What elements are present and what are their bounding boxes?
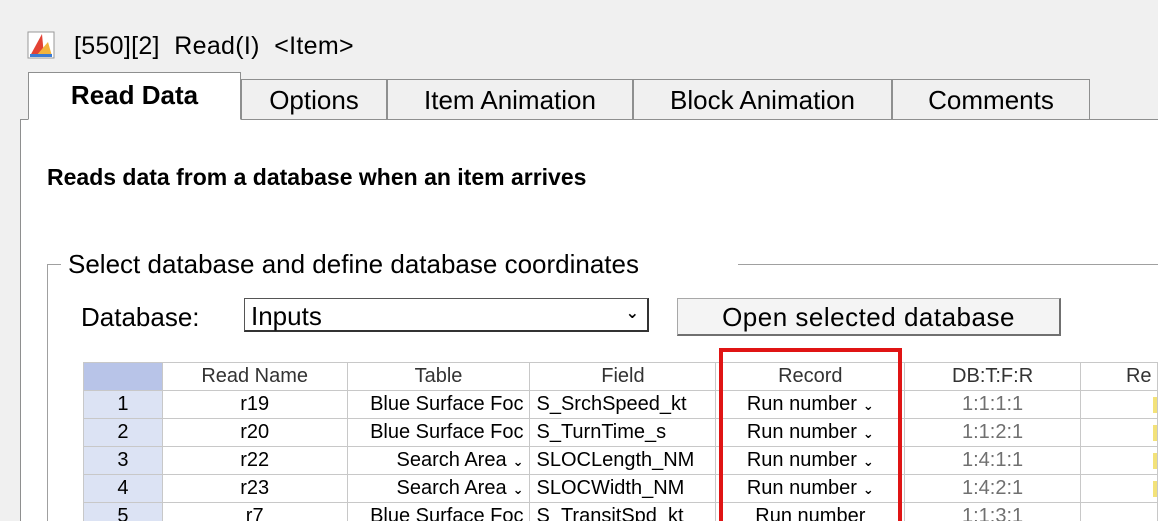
table-cell-value: Blue Surface Foc [370,421,524,443]
read-name-cell[interactable]: r19 [161,390,348,419]
cell-marker [1153,481,1157,497]
field-cell[interactable]: S_TurnTime_s [529,418,717,447]
field-cell-value: SLOCLength_NM [536,449,695,471]
dropdown-arrow-icon[interactable]: ⌄ [863,426,874,441]
re-cell[interactable] [1079,390,1158,419]
field-cell-value: SLOCWidth_NM [536,477,685,499]
chevron-down-icon: ⌄ [625,305,639,322]
read-name-cell[interactable]: r22 [161,446,348,475]
app-icon [27,31,55,59]
dropdown-arrow-icon[interactable]: ⌄ [513,482,524,497]
field-cell-value: S_TransitSpd_kt [536,505,684,521]
table-cell-value: Blue Surface Foc [370,393,524,415]
dbtfr-cell: 1:4:1:1 [904,446,1081,475]
read-name-cell[interactable]: r7 [161,502,348,521]
re-cell[interactable] [1079,446,1158,475]
row-number[interactable]: 5 [83,502,163,521]
cell-marker [1153,397,1157,413]
dropdown-arrow-icon[interactable]: ⌄ [863,482,874,497]
row-number[interactable]: 4 [83,474,163,503]
column-header-record[interactable]: Record [715,362,906,391]
record-cell-value: Run number [746,449,857,471]
groupbox-border [47,264,61,265]
cell-marker [1153,453,1157,469]
row-number[interactable]: 3 [83,446,163,475]
field-cell[interactable]: S_TransitSpd_kt [529,502,717,521]
table-row: 4 r23 Search Area ⌄ SLOCWidth_NM Run numb… [83,474,1158,503]
field-cell-value: S_SrchSpeed_kt [536,393,687,415]
grid-header-row: Read Name Table Field Record DB:T:F:R Re [83,362,1158,391]
database-select-value: Inputs [251,301,322,331]
field-cell-value: S_TurnTime_s [536,421,667,443]
read-name-cell[interactable]: r23 [161,474,348,503]
table-cell-value: Search Area [396,449,507,471]
table-cell[interactable]: Search Area ⌄ [346,474,531,503]
record-cell-value: Run number [755,505,866,521]
window-title: [550][2] Read(I) <Item> [74,32,354,60]
record-cell[interactable]: Run number ⌄ [715,418,906,447]
dbtfr-cell: 1:1:1:1 [904,390,1081,419]
record-cell[interactable]: Run number ⌄ [715,446,906,475]
row-number[interactable]: 2 [83,418,163,447]
tab-block-animation[interactable]: Block Animation [633,79,892,119]
table-cell[interactable]: Blue Surface Foc [346,390,531,419]
tab-read-data[interactable]: Read Data [28,72,241,120]
open-database-button[interactable]: Open selected database [677,298,1061,336]
data-grid: Read Name Table Field Record DB:T:F:R Re… [83,362,1158,521]
tab-item-animation[interactable]: Item Animation [387,79,633,119]
field-cell[interactable]: SLOCLength_NM [529,446,717,475]
database-label: Database: [81,302,200,332]
tab-options[interactable]: Options [241,79,387,119]
record-cell[interactable]: Run number ⌄ [715,390,906,419]
dropdown-arrow-icon[interactable]: ⌄ [513,454,524,469]
column-header-field[interactable]: Field [529,362,717,391]
table-row: 3 r22 Search Area ⌄ SLOCLength_NM Run num… [83,446,1158,475]
record-cell-value: Run number [746,393,857,415]
dbtfr-cell: 1:4:2:1 [904,474,1081,503]
re-cell[interactable] [1079,474,1158,503]
column-header-dbtfr[interactable]: DB:T:F:R [904,362,1081,391]
record-cell[interactable]: Run number [715,502,906,521]
table-row: 1 r19 Blue Surface Foc S_SrchSpeed_kt Ru… [83,390,1158,419]
groupbox-border [738,264,1158,265]
dbtfr-cell: 1:1:3:1 [904,502,1081,521]
column-header-re[interactable]: Re [1079,362,1158,391]
grid-corner-cell[interactable] [83,362,163,391]
re-cell[interactable] [1079,502,1158,521]
read-name-cell[interactable]: r20 [161,418,348,447]
database-select[interactable]: Inputs ⌄ [244,298,649,332]
dbtfr-cell: 1:1:2:1 [904,418,1081,447]
table-cell-value: Search Area [396,477,507,499]
record-cell-value: Run number [746,477,857,499]
cell-marker [1153,425,1157,441]
table-cell[interactable]: Blue Surface Foc [346,502,531,521]
record-cell-value: Run number [746,421,857,443]
table-row: 5 r7 Blue Surface Foc S_TransitSpd_kt Ru… [83,502,1158,521]
dropdown-arrow-icon[interactable]: ⌄ [863,398,874,413]
column-header-table[interactable]: Table [346,362,531,391]
row-number[interactable]: 1 [83,390,163,419]
block-description: Reads data from a database when an item … [47,164,587,190]
groupbox-border [47,264,48,521]
groupbox-label: Select database and define database coor… [66,249,641,280]
title-bar: [550][2] Read(I) <Item> [0,0,1158,70]
table-cell[interactable]: Blue Surface Foc [346,418,531,447]
column-header-read-name[interactable]: Read Name [161,362,348,391]
dropdown-arrow-icon[interactable]: ⌄ [863,454,874,469]
field-cell[interactable]: SLOCWidth_NM [529,474,717,503]
record-cell[interactable]: Run number ⌄ [715,474,906,503]
table-cell-value: Blue Surface Foc [370,505,524,521]
re-cell[interactable] [1079,418,1158,447]
field-cell[interactable]: S_SrchSpeed_kt [529,390,717,419]
table-row: 2 r20 Blue Surface Foc S_TurnTime_s Run … [83,418,1158,447]
tab-comments[interactable]: Comments [892,79,1090,119]
table-cell[interactable]: Search Area ⌄ [346,446,531,475]
